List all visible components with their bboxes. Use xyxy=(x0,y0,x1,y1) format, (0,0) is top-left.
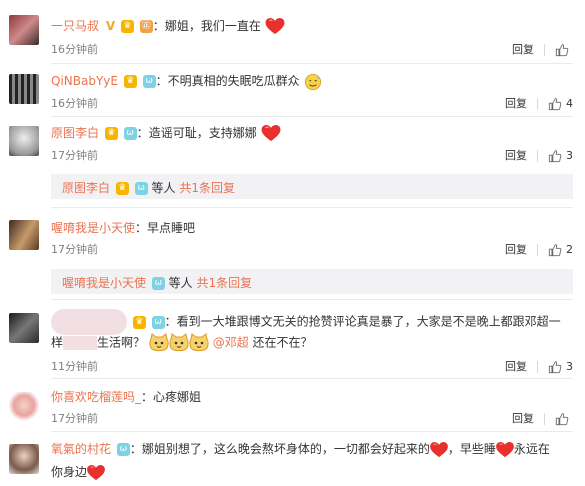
comment-text: 不明真相的失眠吃瓜群众 xyxy=(167,74,300,88)
username[interactable]: 原图李白 xyxy=(51,126,99,140)
sub-reply-mid: 等人 xyxy=(151,181,176,195)
thumb-up-icon xyxy=(548,149,562,163)
avatar[interactable] xyxy=(9,15,39,45)
member-badge-icon: ♛ xyxy=(120,20,134,33)
thumb-up-icon xyxy=(548,360,562,374)
comment-item: ♛ ω ：看到一大堆跟博文无关的抢赞评论真是暴了，大家是不是晚上都跟邓超一 样生活… xyxy=(0,300,585,378)
timestamp: 16分钟前 xyxy=(51,43,98,56)
cat-face-emoji xyxy=(189,333,209,353)
reply-button[interactable]: 回复 xyxy=(505,95,527,111)
level-badge-icon: ㊣ xyxy=(139,20,153,33)
username[interactable]: 氧氣的村花 xyxy=(51,442,111,456)
heart-icon xyxy=(496,442,514,458)
username[interactable]: 喔唷我是小天使 xyxy=(51,221,135,235)
comment-text: 看到一大堆跟博文无关的抢赞评论真是暴了，大家是不是晚上都跟邓超一 xyxy=(176,314,561,329)
comment-item: 氧氣的村花 ω ：娜姐别想了，这么晚会熬坏身体的，一切都会好起来的 ，早些睡 永远在 … xyxy=(0,432,585,486)
sub-reply-user[interactable]: 喔唷我是小天使 xyxy=(62,276,146,290)
comment-item: 喔唷我是小天使：早点睡吧 17分钟前 回复 2 喔唷我是小天使 ω 等人 共1条回… xyxy=(0,208,585,299)
reply-button[interactable]: 回复 xyxy=(505,241,527,257)
cat-face-emoji xyxy=(169,333,189,353)
reply-button[interactable]: 回复 xyxy=(512,41,534,57)
heart-icon xyxy=(261,125,281,142)
username[interactable]: QiNBabYyE xyxy=(51,74,118,88)
mention-link[interactable]: @邓超 xyxy=(213,336,249,350)
comment-text: 心疼娜姐 xyxy=(153,390,202,404)
comment-item: 你喜欢吃榴莲吗_：心疼娜姐 17分钟前 回复 xyxy=(0,379,585,431)
cat-badge-icon: ω xyxy=(151,315,165,329)
avatar[interactable] xyxy=(9,444,39,474)
like-button[interactable]: 4 xyxy=(548,97,573,111)
timestamp: 11分钟前 xyxy=(51,360,98,373)
avatar[interactable] xyxy=(9,74,39,104)
heart-icon xyxy=(87,465,105,481)
avatar[interactable] xyxy=(9,126,39,156)
cat-face-emoji xyxy=(149,333,169,353)
blurred-username xyxy=(51,309,127,335)
like-button[interactable]: 2 xyxy=(548,243,573,257)
like-count: 3 xyxy=(566,149,573,162)
thumb-up-icon xyxy=(548,97,562,111)
like-button[interactable] xyxy=(555,412,573,426)
timestamp: 17分钟前 xyxy=(51,149,98,162)
like-button[interactable]: 3 xyxy=(548,360,573,374)
comment-item: 原图李白 ♛ ω ：造谣可耻，支持娜娜 17分钟前 回复 3 原图李白 ♛ ω 等人… xyxy=(0,117,585,207)
sub-reply-summary[interactable]: 喔唷我是小天使 ω 等人 共1条回复 xyxy=(51,269,573,294)
cat-badge-icon: ω xyxy=(151,277,165,290)
username[interactable]: 一只马叔 xyxy=(51,19,99,33)
thumb-up-icon xyxy=(548,243,562,257)
avatar[interactable] xyxy=(9,392,39,422)
member-badge-icon: ♛ xyxy=(115,182,129,195)
thumb-up-icon xyxy=(555,43,569,57)
reply-button[interactable]: 回复 xyxy=(512,410,534,426)
vip-v-icon: V xyxy=(105,19,116,33)
comment-item: 一只马叔 V ♛ ㊣：娜姐，我们一直在 16分钟前 回复 xyxy=(0,0,585,62)
like-count: 3 xyxy=(566,360,573,373)
avatar[interactable] xyxy=(9,220,39,250)
avatar[interactable] xyxy=(9,313,39,343)
like-count: 4 xyxy=(566,97,573,110)
member-badge-icon: ♛ xyxy=(123,75,137,88)
sweat-smile-emoji xyxy=(304,73,322,91)
reply-button[interactable]: 回复 xyxy=(505,358,527,374)
timestamp: 17分钟前 xyxy=(51,412,98,425)
view-replies-link[interactable]: 共1条回复 xyxy=(197,276,253,290)
timestamp: 17分钟前 xyxy=(51,243,98,256)
comment-text: 娜姐，我们一直在 xyxy=(164,19,261,33)
member-badge-icon: ♛ xyxy=(104,127,118,140)
like-button[interactable]: 3 xyxy=(548,149,573,163)
comment-item: QiNBabYyE ♛ ω ：不明真相的失眠吃瓜群众 16分钟前 回复 4 xyxy=(0,64,585,116)
sub-reply-summary[interactable]: 原图李白 ♛ ω 等人 共1条回复 xyxy=(51,174,573,199)
cat-badge-icon: ω xyxy=(142,75,156,88)
cat-badge-icon: ω xyxy=(134,182,148,195)
heart-icon xyxy=(430,442,448,458)
reply-button[interactable]: 回复 xyxy=(505,147,527,163)
comment-text: 造谣可耻，支持娜娜 xyxy=(148,126,257,140)
comment-text: 早点睡吧 xyxy=(147,221,196,235)
view-replies-link[interactable]: 共1条回复 xyxy=(179,181,235,195)
username[interactable]: 你喜欢吃榴莲吗_ xyxy=(51,390,141,404)
like-button[interactable] xyxy=(555,43,573,57)
timestamp: 16分钟前 xyxy=(51,97,98,110)
thumb-up-icon xyxy=(555,412,569,426)
comment-text: 娜姐别想了，这么晚会熬坏身体的，一切都会好起来的 xyxy=(141,442,430,456)
cat-badge-icon: ω xyxy=(116,443,130,456)
member-badge-icon: ♛ xyxy=(132,315,146,329)
like-count: 2 xyxy=(566,243,573,256)
sub-reply-user[interactable]: 原图李白 xyxy=(62,181,110,195)
heart-icon xyxy=(265,18,285,35)
cat-badge-icon: ω xyxy=(123,127,137,140)
sub-reply-mid: 等人 xyxy=(168,276,193,290)
